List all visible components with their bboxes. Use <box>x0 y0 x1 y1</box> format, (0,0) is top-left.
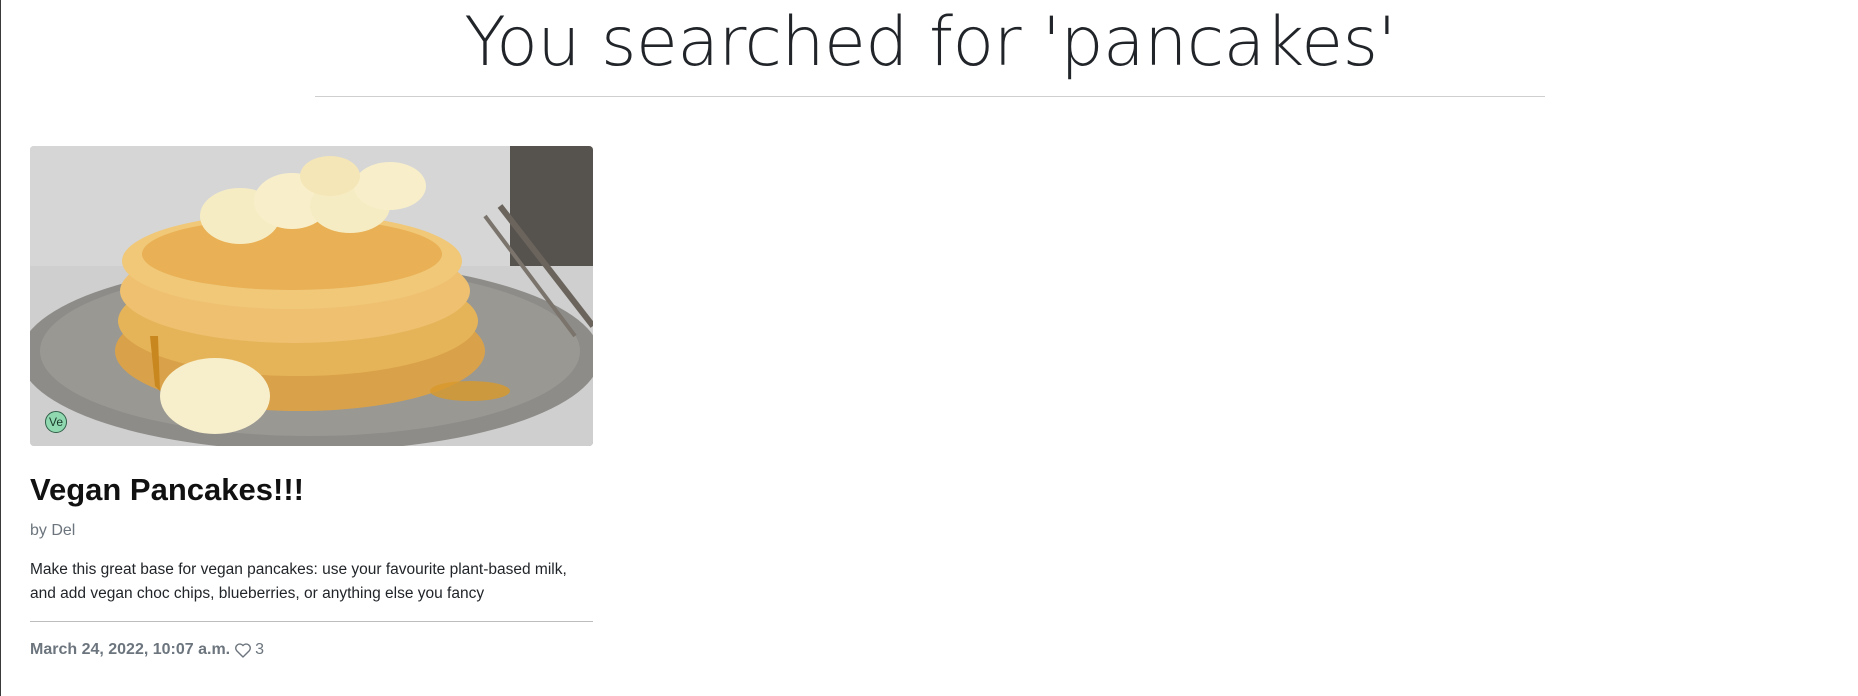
search-results-page: You searched for 'pancakes' Ve Vegan Pan… <box>0 0 1858 696</box>
recipe-date: March 24, 2022, 10:07 a.m. <box>30 641 231 658</box>
recipe-title-link[interactable]: Vegan Pancakes!!! <box>30 470 304 510</box>
card-divider <box>30 621 593 622</box>
recipe-author: by Del <box>30 522 76 539</box>
heart-outline-icon <box>235 642 252 658</box>
recipe-card: Ve Vegan Pancakes!!! by Del Make this gr… <box>30 146 593 658</box>
like-button[interactable]: 3 <box>235 639 264 661</box>
page-title: You searched for 'pancakes' <box>464 3 1396 82</box>
title-divider <box>315 96 1545 97</box>
recipe-footer: March 24, 2022, 10:07 a.m. 3 <box>30 639 264 661</box>
vegan-badge: Ve <box>45 411 67 433</box>
pancake-photo-icon <box>30 146 593 446</box>
like-count: 3 <box>255 641 265 658</box>
recipe-image[interactable]: Ve <box>30 146 593 446</box>
recipe-description: Make this great base for vegan pancakes:… <box>30 561 567 602</box>
